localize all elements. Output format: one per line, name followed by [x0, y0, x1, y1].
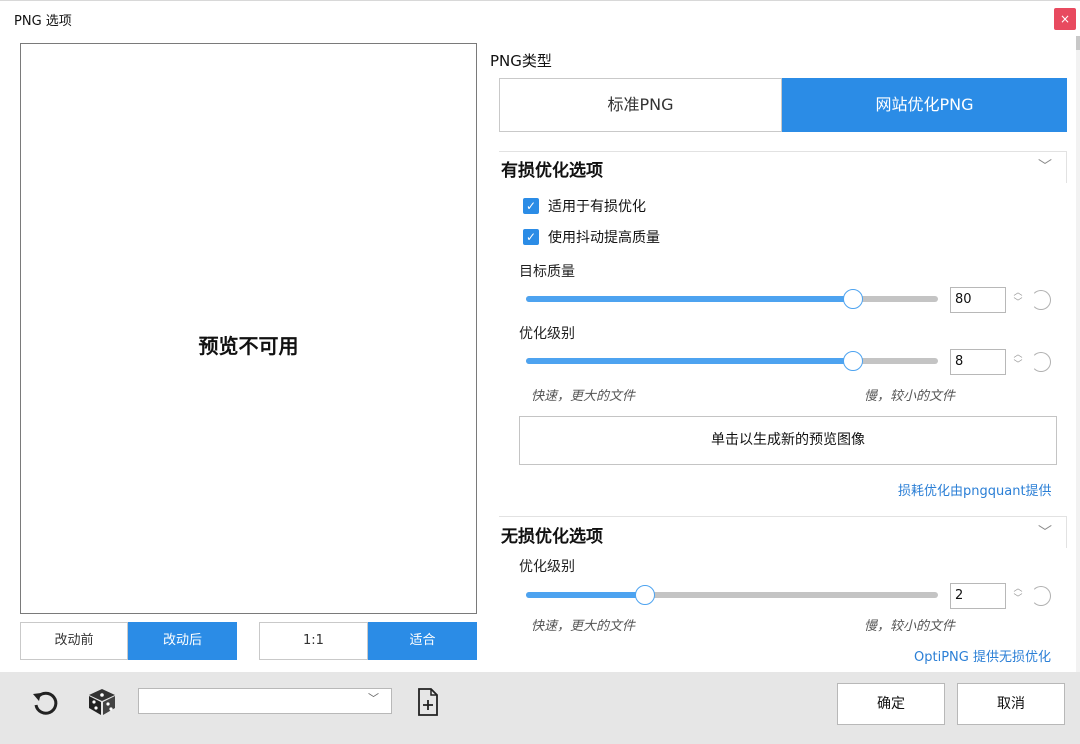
- spin-up-down-icon[interactable]: ︿ ﹀: [1011, 350, 1025, 374]
- chevron-down-icon[interactable]: ﹀: [1038, 156, 1052, 176]
- hint-slow: 慢，较小的文件: [864, 389, 956, 404]
- scrollbar-thumb[interactable]: [1076, 36, 1080, 50]
- close-button[interactable]: ×: [1054, 8, 1076, 30]
- quality-label: 目标质量: [519, 264, 575, 280]
- chevron-down-icon[interactable]: ﹀: [368, 690, 379, 706]
- reset-value-icon[interactable]: [1031, 586, 1051, 606]
- hint-fast: 快速，更大的文件: [531, 619, 636, 634]
- level-label: 优化级别: [519, 326, 575, 342]
- lossless-group-title: 无损优化选项: [501, 527, 603, 547]
- lossy-level-slider-fill: [526, 358, 853, 364]
- standard-png-button[interactable]: 标准PNG: [499, 78, 782, 132]
- preview-pane: 预览不可用: [20, 43, 477, 614]
- lossless-level-input[interactable]: 2: [950, 583, 1006, 609]
- reset-icon[interactable]: [30, 688, 60, 718]
- preview-unavailable-text: 预览不可用: [198, 334, 299, 358]
- optipng-credit-link[interactable]: OptiPNG 提供无损优化: [914, 646, 1051, 665]
- window-title: PNG 选项: [14, 14, 72, 29]
- pngquant-credit-link[interactable]: 损耗优化由pngquant提供: [898, 480, 1052, 499]
- before-toggle[interactable]: 改动前: [20, 622, 128, 660]
- ok-button[interactable]: 确定: [837, 683, 945, 725]
- generate-preview-button[interactable]: 单击以生成新的预览图像: [519, 416, 1057, 465]
- lossy-group-title: 有损优化选项: [501, 161, 603, 181]
- hint-fast: 快速，更大的文件: [531, 389, 636, 404]
- lossless-level-slider-fill: [526, 592, 645, 598]
- chevron-down-icon[interactable]: ﹀: [1038, 522, 1052, 542]
- reset-value-icon[interactable]: [1031, 290, 1051, 310]
- dither-checkbox[interactable]: ✓: [523, 229, 539, 245]
- hint-slow: 慢，较小的文件: [864, 619, 956, 634]
- lossless-level-label: 优化级别: [519, 559, 575, 575]
- dice-icon[interactable]: [85, 686, 119, 718]
- web-optimized-png-button[interactable]: 网站优化PNG: [782, 78, 1067, 132]
- spin-up-down-icon[interactable]: ︿ ﹀: [1011, 584, 1025, 608]
- lossy-level-input[interactable]: 8: [950, 349, 1006, 375]
- scrollbar[interactable]: [1076, 36, 1080, 672]
- dither-checkbox-label: 使用抖动提高质量: [548, 230, 660, 246]
- zoom-fit-toggle[interactable]: 适合: [368, 622, 477, 660]
- title-bar: [0, 0, 1080, 36]
- quality-slider-fill: [526, 296, 853, 302]
- lossy-checkbox-label: 适用于有损优化: [548, 199, 646, 215]
- reset-value-icon[interactable]: [1031, 352, 1051, 372]
- lossy-level-slider-thumb[interactable]: [843, 351, 863, 371]
- quality-input[interactable]: 80: [950, 287, 1006, 313]
- preset-combo[interactable]: [138, 688, 392, 714]
- quality-slider-thumb[interactable]: [843, 289, 863, 309]
- cancel-button[interactable]: 取消: [957, 683, 1065, 725]
- zoom-1to1-toggle[interactable]: 1:1: [259, 622, 368, 660]
- lossy-checkbox[interactable]: ✓: [523, 198, 539, 214]
- png-type-label: PNG类型: [490, 52, 552, 70]
- lossless-level-slider-thumb[interactable]: [635, 585, 655, 605]
- after-toggle[interactable]: 改动后: [128, 622, 237, 660]
- spin-up-down-icon[interactable]: ︿ ﹀: [1011, 288, 1025, 312]
- add-file-icon[interactable]: [417, 688, 439, 716]
